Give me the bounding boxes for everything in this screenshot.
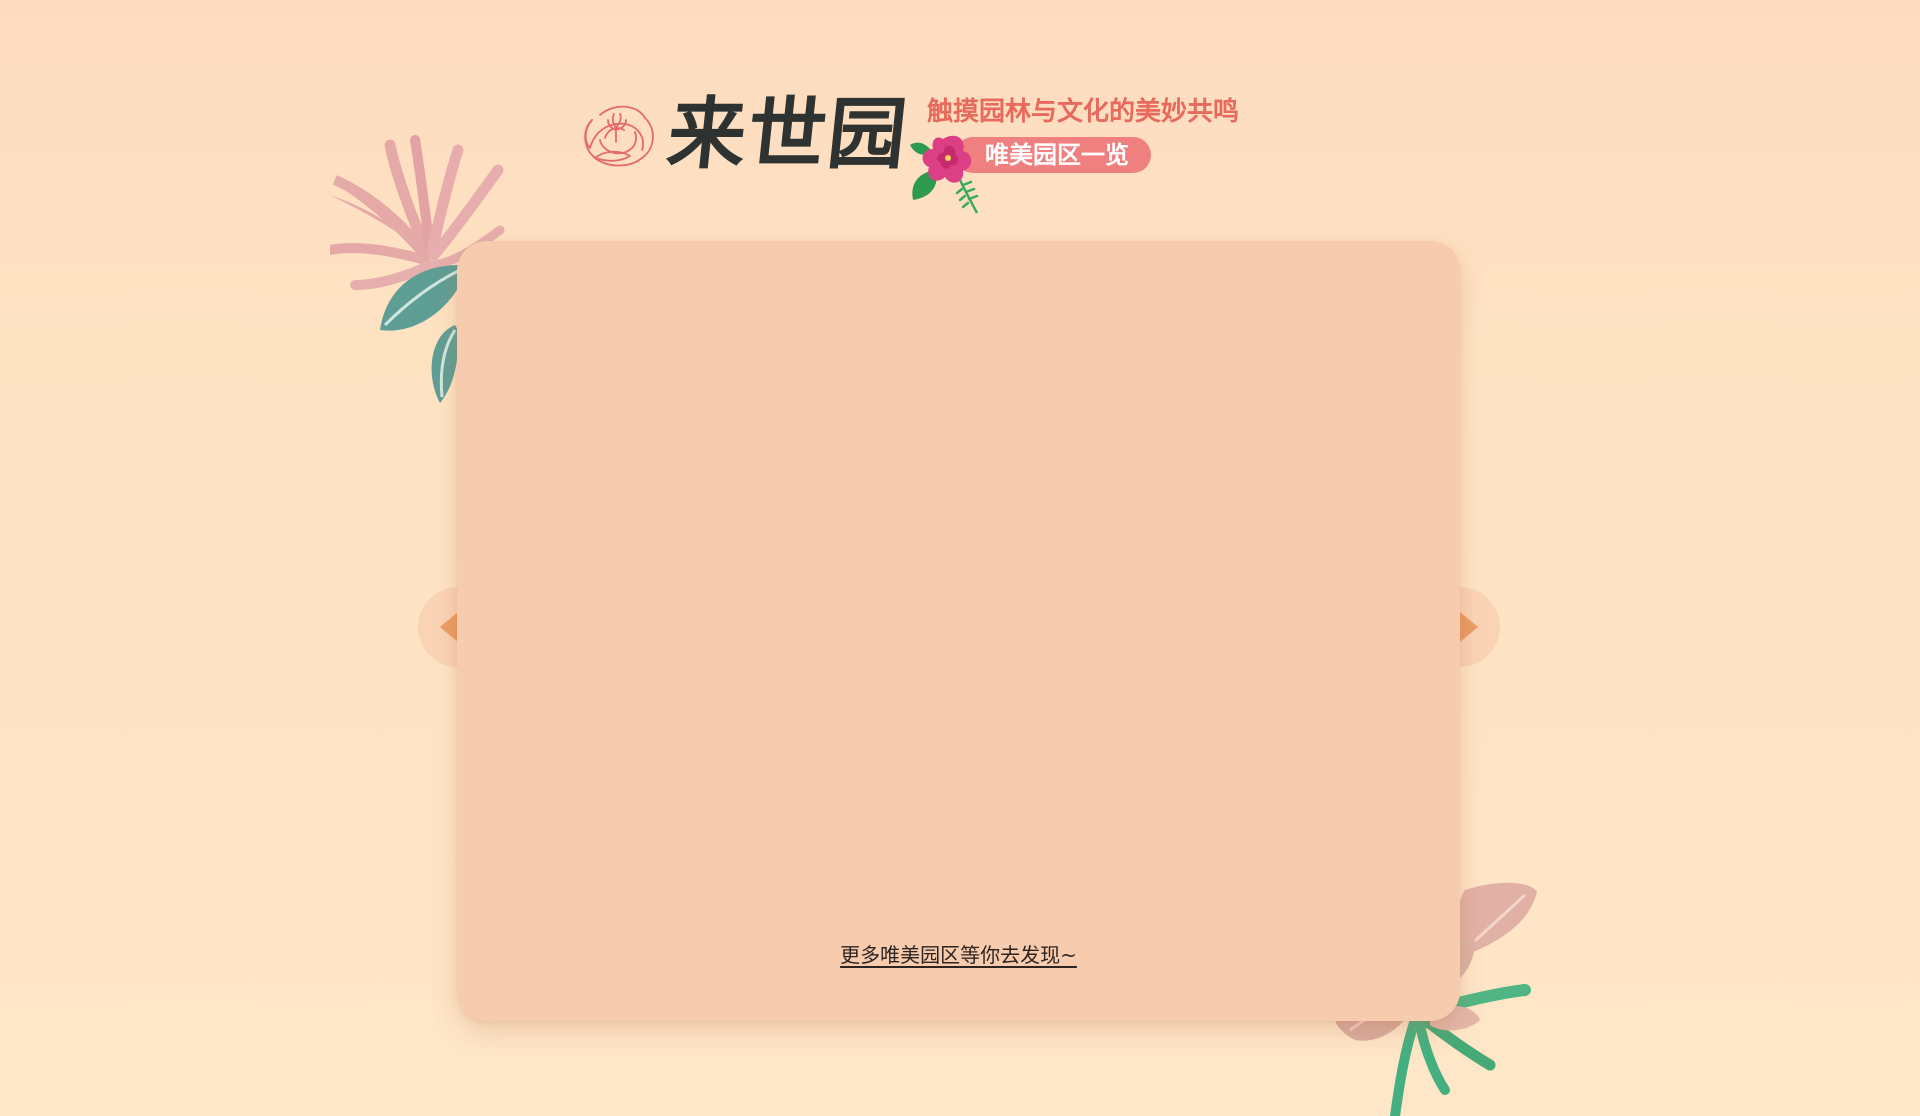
more-parks-link[interactable]: 更多唯美园区等你去发现~	[840, 943, 1077, 967]
slogan-text: 触摸园林与文化的美妙共鸣	[927, 97, 1240, 127]
site-header: 来世园 触摸园林与文化的美妙共鸣 唯美园区一览	[580, 85, 1260, 215]
section-tag-label: 唯美园区一览	[985, 141, 1129, 169]
rose-outline-icon	[584, 105, 654, 167]
hibiscus-flower-icon	[910, 135, 979, 214]
logo-title: 来世园	[663, 89, 913, 180]
triangle-right-icon	[1460, 612, 1478, 642]
gallery-card: 更多唯美园区等你去发现~	[457, 241, 1460, 1021]
more-link-wrapper: 更多唯美园区等你去发现~	[457, 941, 1460, 969]
triangle-left-icon	[440, 612, 458, 642]
